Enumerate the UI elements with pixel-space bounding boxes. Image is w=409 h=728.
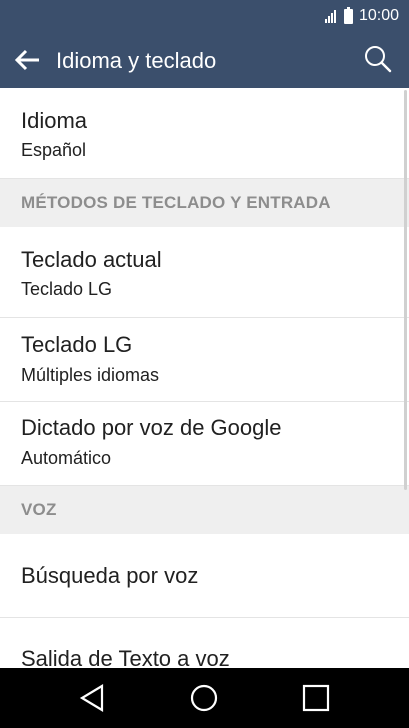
pref-idioma[interactable]: Idioma Español xyxy=(0,88,409,179)
back-triangle-icon xyxy=(79,684,104,712)
pref-dictado-voz-google[interactable]: Dictado por voz de Google Automático xyxy=(0,402,409,486)
scrollbar[interactable] xyxy=(404,90,407,490)
pref-summary: Automático xyxy=(21,448,112,468)
nav-recents-button[interactable] xyxy=(300,682,332,714)
nav-back-button[interactable] xyxy=(77,682,109,714)
pref-title: Búsqueda por voz xyxy=(21,563,199,588)
category-label: MÉTODOS DE TECLADO Y ENTRADA xyxy=(21,193,331,212)
pref-salida-texto-voz[interactable]: Salida de Texto a voz xyxy=(0,618,409,668)
status-time: 10:00 xyxy=(358,7,399,24)
back-button[interactable] xyxy=(12,46,42,74)
pref-busqueda-voz[interactable]: Búsqueda por voz xyxy=(0,534,409,618)
nav-home-button[interactable] xyxy=(188,682,220,714)
pref-title: Salida de Texto a voz xyxy=(21,646,230,668)
recents-square-icon xyxy=(302,684,330,712)
search-icon xyxy=(365,46,392,73)
search-button[interactable] xyxy=(363,44,393,74)
status-bar: 10:00 xyxy=(0,0,409,32)
home-circle-icon xyxy=(190,684,218,712)
settings-list[interactable]: Idioma Español MÉTODOS DE TECLADO Y ENTR… xyxy=(0,88,409,668)
pref-title: Idioma xyxy=(21,108,88,133)
pref-teclado-lg[interactable]: Teclado LG Múltiples idiomas xyxy=(0,318,409,402)
pref-title: Teclado LG xyxy=(21,332,133,357)
category-label: VOZ xyxy=(21,500,57,519)
pref-title: Teclado actual xyxy=(21,247,162,272)
pref-summary: Teclado LG xyxy=(21,279,113,299)
battery-icon xyxy=(343,6,353,24)
pref-teclado-actual[interactable]: Teclado actual Teclado LG xyxy=(0,227,409,318)
pref-summary: Español xyxy=(21,140,87,160)
back-arrow-icon xyxy=(14,49,39,71)
page-title: Idioma y teclado xyxy=(56,48,217,73)
signal-icon xyxy=(324,9,336,23)
category-header-voz: VOZ xyxy=(0,486,409,534)
navigation-bar xyxy=(0,668,409,728)
pref-summary: Múltiples idiomas xyxy=(21,365,160,385)
status-icons: 10:00 xyxy=(324,6,399,26)
pref-title: Dictado por voz de Google xyxy=(21,415,282,440)
category-header-metodos: MÉTODOS DE TECLADO Y ENTRADA xyxy=(0,179,409,227)
app-toolbar: Idioma y teclado xyxy=(0,32,409,88)
